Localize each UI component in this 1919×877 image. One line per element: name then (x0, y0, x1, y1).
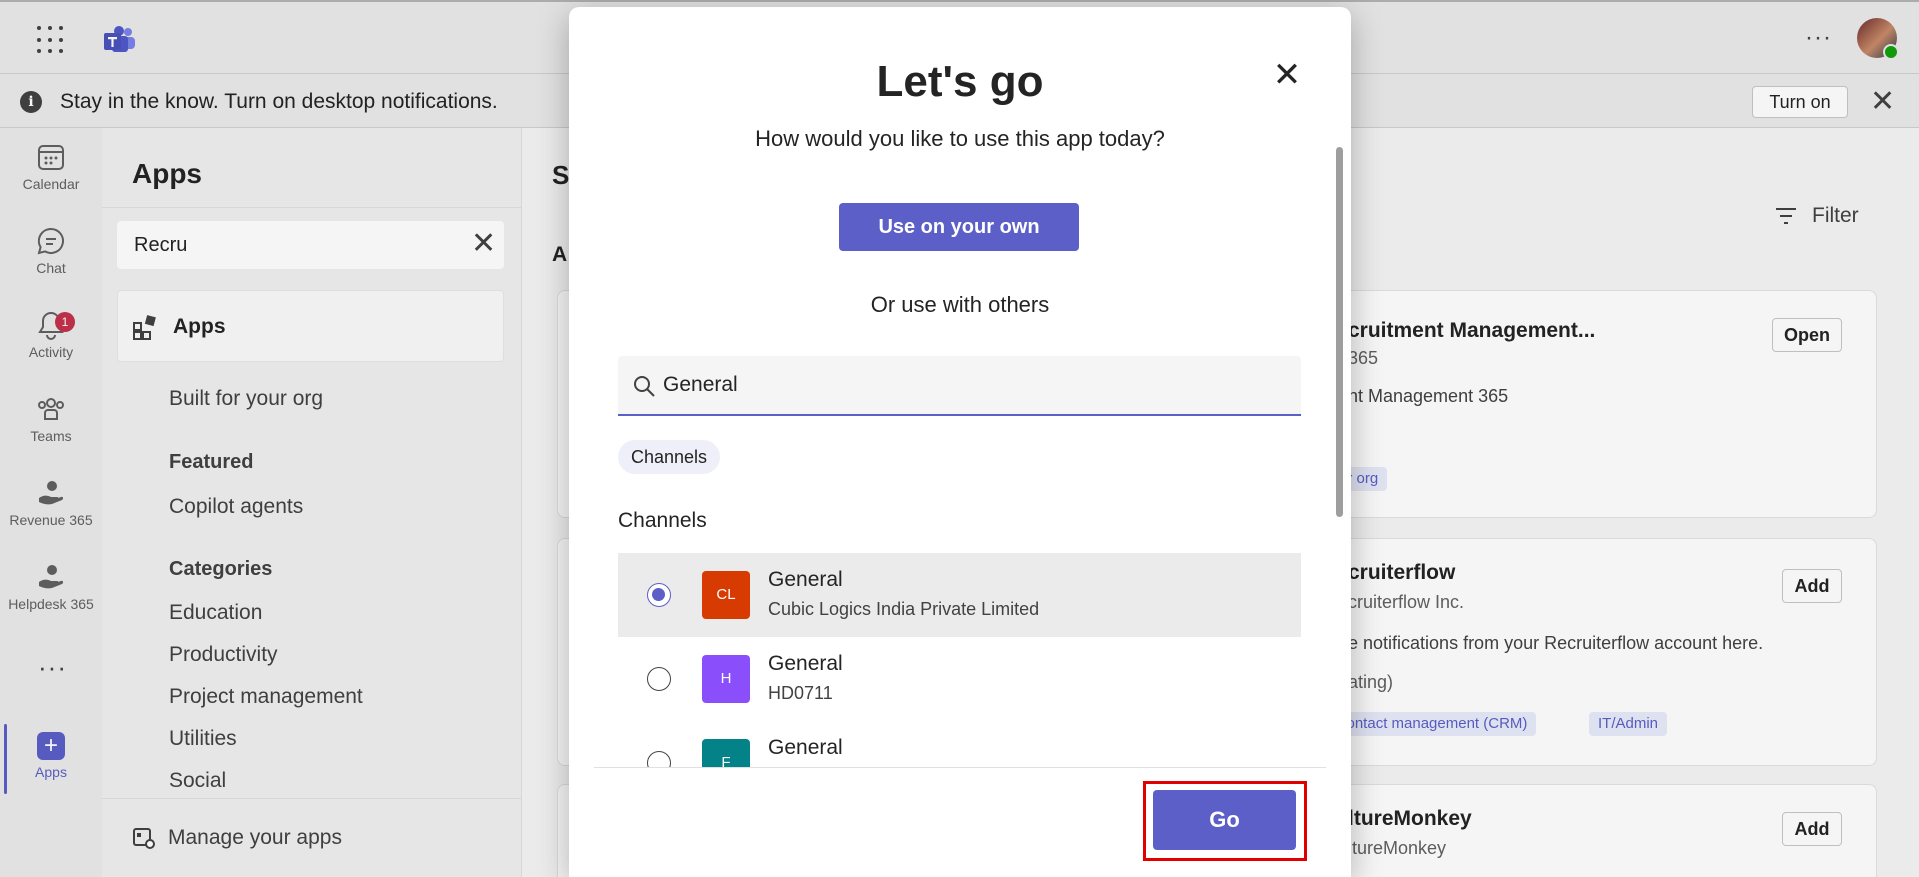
lets-go-dialog: Let's go ✕ How would you like to use thi… (569, 7, 1351, 877)
channels-section-label: Channels (618, 509, 707, 532)
team-avatar: H (702, 655, 750, 703)
team-avatar: CL (702, 571, 750, 619)
channel-name: General (768, 736, 843, 759)
channels-filter-chip[interactable]: Channels (618, 440, 721, 474)
search-icon (634, 376, 655, 397)
dialog-title: Let's go (876, 57, 1044, 106)
dialog-subtitle: How would you like to use this app today… (755, 126, 1165, 151)
channel-name: General (768, 652, 843, 675)
channel-radio[interactable] (647, 583, 671, 607)
channel-search-value: General (663, 373, 738, 396)
channel-radio[interactable] (647, 667, 671, 691)
team-name: HD0711 (768, 683, 833, 703)
team-name: Cubic Logics India Private Limited (768, 599, 1040, 619)
use-on-your-own-button[interactable]: Use on your own (839, 203, 1079, 251)
channel-row[interactable]: CL General Cubic Logics India Private Li… (618, 553, 1301, 637)
dialog-scrollbar[interactable] (1336, 147, 1343, 517)
channel-row[interactable]: H General HD0711 (618, 637, 1301, 721)
go-button-highlight (1143, 781, 1307, 861)
or-use-with-others-label: Or use with others (870, 292, 1050, 317)
channel-name: General (768, 568, 843, 591)
channel-search-input[interactable]: General (618, 356, 1301, 416)
close-dialog-icon[interactable]: ✕ (1267, 55, 1307, 95)
